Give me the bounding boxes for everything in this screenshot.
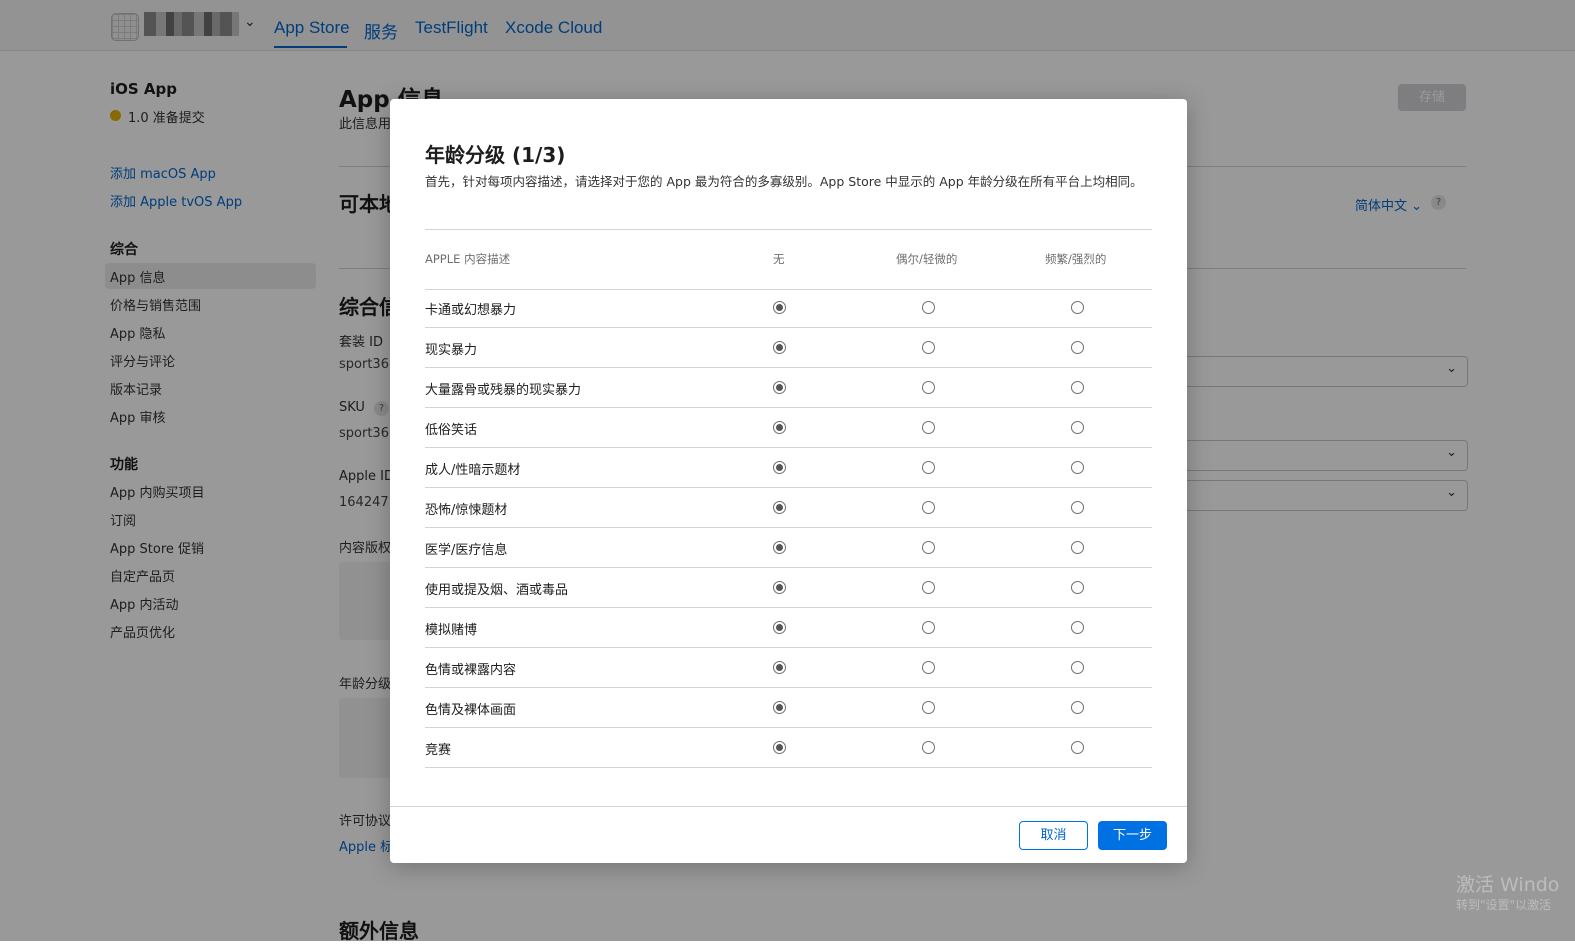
radio-infrequent[interactable] xyxy=(922,461,935,474)
radio-frequent[interactable] xyxy=(1071,421,1084,434)
radio-frequent[interactable] xyxy=(1071,341,1084,354)
radio-none[interactable] xyxy=(773,741,786,754)
cancel-button[interactable]: 取消 xyxy=(1019,821,1088,850)
radio-infrequent[interactable] xyxy=(922,501,935,514)
radio-infrequent[interactable] xyxy=(922,541,935,554)
table-row: 卡通或幻想暴力 xyxy=(425,288,1152,328)
row-label: 现实暴力 xyxy=(425,343,478,358)
column-header-infrequent: 偶尔/轻微的 xyxy=(896,252,958,266)
modal-footer-divider xyxy=(390,806,1187,807)
row-label: 低俗笑话 xyxy=(425,423,478,438)
table-row: 现实暴力 xyxy=(425,328,1152,368)
row-label: 卡通或幻想暴力 xyxy=(425,303,517,318)
radio-none[interactable] xyxy=(773,421,786,434)
radio-frequent[interactable] xyxy=(1071,701,1084,714)
radio-infrequent[interactable] xyxy=(922,701,935,714)
row-label: 恐怖/惊悚题材 xyxy=(425,503,508,518)
radio-infrequent[interactable] xyxy=(922,661,935,674)
radio-infrequent[interactable] xyxy=(922,341,935,354)
radio-none[interactable] xyxy=(773,621,786,634)
column-header-frequent: 频繁/强烈的 xyxy=(1045,252,1107,266)
row-label: 色情或裸露内容 xyxy=(425,663,517,678)
table-row: 模拟赌博 xyxy=(425,608,1152,648)
radio-none[interactable] xyxy=(773,661,786,674)
row-label: 竞赛 xyxy=(425,743,452,758)
row-label: 医学/医疗信息 xyxy=(425,543,508,558)
radio-frequent[interactable] xyxy=(1071,501,1084,514)
table-row: 大量露骨或残暴的现实暴力 xyxy=(425,368,1152,408)
radio-infrequent[interactable] xyxy=(922,421,935,434)
next-button[interactable]: 下一步 xyxy=(1098,821,1167,850)
radio-frequent[interactable] xyxy=(1071,381,1084,394)
modal-title: 年龄分级 (1/3) xyxy=(425,143,566,167)
windows-activation-hint: 转到"设置"以激活 xyxy=(1456,898,1552,912)
radio-none[interactable] xyxy=(773,501,786,514)
table-row: 恐怖/惊悚题材 xyxy=(425,488,1152,528)
radio-none[interactable] xyxy=(773,541,786,554)
radio-infrequent[interactable] xyxy=(922,741,935,754)
radio-frequent[interactable] xyxy=(1071,661,1084,674)
windows-activation-watermark: 激活 Windo xyxy=(1456,874,1560,896)
radio-frequent[interactable] xyxy=(1071,581,1084,594)
table-row: 色情或裸露内容 xyxy=(425,648,1152,688)
radio-none[interactable] xyxy=(773,581,786,594)
table-row: 低俗笑话 xyxy=(425,408,1152,448)
radio-infrequent[interactable] xyxy=(922,381,935,394)
table-row: 竞赛 xyxy=(425,728,1152,768)
radio-frequent[interactable] xyxy=(1071,301,1084,314)
radio-frequent[interactable] xyxy=(1071,621,1084,634)
radio-none[interactable] xyxy=(773,301,786,314)
row-label: 模拟赌博 xyxy=(425,623,478,638)
modal-description: 首先，针对每项内容描述，请选择对于您的 App 最为符合的多寡级别。App St… xyxy=(425,174,1143,189)
radio-none[interactable] xyxy=(773,461,786,474)
column-header-description: APPLE 内容描述 xyxy=(425,252,511,266)
radio-frequent[interactable] xyxy=(1071,461,1084,474)
row-label: 成人/性暗示题材 xyxy=(425,463,521,478)
radio-infrequent[interactable] xyxy=(922,581,935,594)
table-row: 色情及裸体画面 xyxy=(425,688,1152,728)
table-header: APPLE 内容描述 无 偶尔/轻微的 频繁/强烈的 xyxy=(425,229,1152,290)
row-label: 大量露骨或残暴的现实暴力 xyxy=(425,383,582,398)
radio-frequent[interactable] xyxy=(1071,541,1084,554)
radio-frequent[interactable] xyxy=(1071,741,1084,754)
radio-infrequent[interactable] xyxy=(922,621,935,634)
age-rating-modal: 年龄分级 (1/3) 首先，针对每项内容描述，请选择对于您的 App 最为符合的… xyxy=(390,99,1187,863)
radio-none[interactable] xyxy=(773,701,786,714)
column-header-none: 无 xyxy=(773,252,785,266)
table-row: 成人/性暗示题材 xyxy=(425,448,1152,488)
table-row: 使用或提及烟、酒或毒品 xyxy=(425,568,1152,608)
row-label: 色情及裸体画面 xyxy=(425,703,517,718)
radio-none[interactable] xyxy=(773,341,786,354)
radio-infrequent[interactable] xyxy=(922,301,935,314)
row-label: 使用或提及烟、酒或毒品 xyxy=(425,583,569,598)
radio-none[interactable] xyxy=(773,381,786,394)
table-row: 医学/医疗信息 xyxy=(425,528,1152,568)
